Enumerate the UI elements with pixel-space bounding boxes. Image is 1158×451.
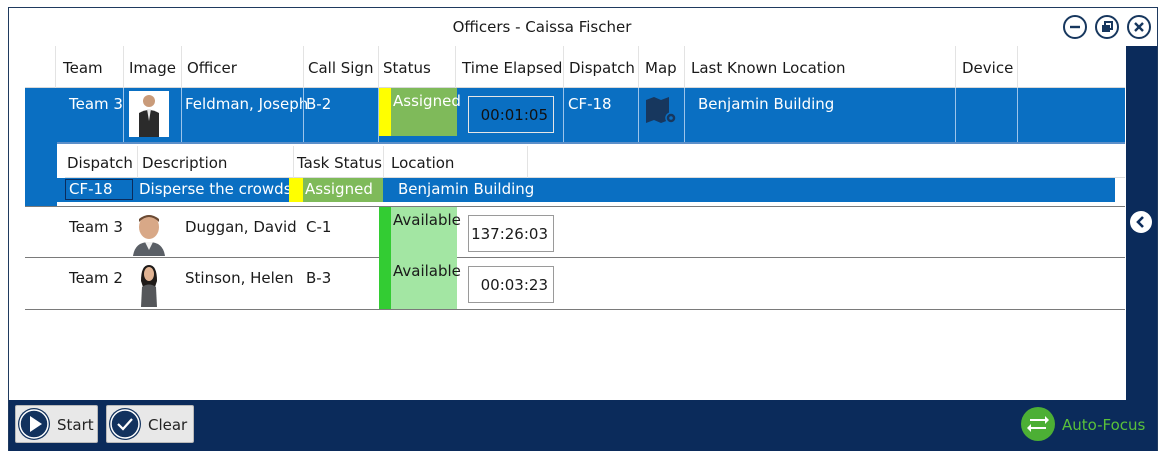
- col-image[interactable]: Image: [129, 59, 176, 77]
- cell-call-sign: B-2: [306, 95, 332, 113]
- officer-photo: [129, 210, 169, 256]
- cell-status: Available: [391, 258, 461, 309]
- col-team[interactable]: Team: [63, 59, 103, 77]
- cell-officer: Stinson, Helen: [185, 269, 294, 287]
- chevron-left-icon: [1136, 216, 1144, 228]
- task-status-indicator: [289, 178, 303, 202]
- title-bar: Officers - Caissa Fischer: [9, 8, 1157, 46]
- col-device[interactable]: Device: [962, 59, 1013, 77]
- bottom-toolbar: Start Clear Auto-Focus: [9, 400, 1157, 451]
- col-dispatch[interactable]: Dispatch: [569, 59, 635, 77]
- table-row[interactable]: Team 3 Duggan, David C-1 Available 137:2…: [25, 206, 1125, 258]
- officers-grid: Team Image Officer Call Sign Status Time…: [14, 46, 1126, 400]
- close-icon: [1134, 22, 1144, 32]
- detail-row[interactable]: CF-18 Disperse the crowds. Assigned Benj…: [57, 178, 1115, 202]
- grid-header: Team Image Officer Call Sign Status Time…: [25, 46, 1125, 88]
- cell-call-sign: C-1: [306, 218, 332, 236]
- status-indicator: [379, 258, 391, 309]
- minimize-button[interactable]: [1063, 15, 1087, 39]
- cell-team: Team 2: [69, 269, 123, 287]
- status-indicator: [379, 88, 391, 136]
- checkmark-icon: [109, 408, 141, 440]
- expand-side-panel-button[interactable]: [1130, 211, 1152, 233]
- cell-status: Assigned: [391, 88, 461, 136]
- cell-time-elapsed: 00:03:23: [468, 266, 554, 303]
- detail-col-dispatch[interactable]: Dispatch: [67, 154, 133, 172]
- minus-icon: [1070, 25, 1080, 29]
- restore-button[interactable]: [1095, 15, 1119, 39]
- detail-cell-dispatch: CF-18: [65, 179, 133, 200]
- detail-col-task-status[interactable]: Task Status: [297, 154, 382, 172]
- cell-officer: Feldman, Joseph: [185, 95, 309, 113]
- cell-status: Available: [391, 207, 461, 258]
- col-call-sign[interactable]: Call Sign: [308, 59, 374, 77]
- auto-focus-label: Auto-Focus: [1062, 416, 1146, 434]
- cell-team: Team 3: [69, 218, 123, 236]
- cell-dispatch: CF-18: [568, 95, 612, 113]
- detail-col-location[interactable]: Location: [391, 154, 454, 172]
- detail-col-description[interactable]: Description: [142, 154, 227, 172]
- detail-cell-location: Benjamin Building: [398, 180, 535, 198]
- cell-officer: Duggan, David: [185, 218, 297, 236]
- col-officer[interactable]: Officer: [187, 59, 237, 77]
- officer-photo: [129, 91, 169, 137]
- cell-time-elapsed: 137:26:03: [468, 215, 554, 252]
- cell-last-known-location: Benjamin Building: [698, 95, 835, 113]
- clear-label: Clear: [148, 416, 188, 434]
- restore-icon: [1102, 21, 1113, 32]
- swap-arrows-icon: [1021, 407, 1055, 441]
- status-indicator: [379, 207, 391, 258]
- officer-photo: [129, 261, 169, 307]
- cell-team: Team 3: [69, 95, 123, 113]
- detail-cell-description: Disperse the crowds.: [139, 180, 297, 198]
- close-button[interactable]: [1127, 15, 1151, 39]
- side-panel-bar: [1126, 46, 1157, 400]
- start-button[interactable]: Start: [15, 405, 98, 443]
- officers-window: Officers - Caissa Fischer Team Image Off…: [8, 7, 1158, 451]
- window-title: Officers - Caissa Fischer: [452, 18, 632, 36]
- cell-call-sign: B-3: [306, 269, 332, 287]
- start-label: Start: [57, 416, 94, 434]
- detail-header: Dispatch Description Task Status Locatio…: [65, 146, 1125, 178]
- cell-time-elapsed: 00:01:05: [468, 96, 554, 133]
- play-icon: [18, 408, 50, 440]
- col-last-known-location[interactable]: Last Known Location: [691, 59, 846, 77]
- col-time-elapsed[interactable]: Time Elapsed: [462, 59, 562, 77]
- clear-button[interactable]: Clear: [106, 405, 194, 443]
- map-icon[interactable]: [644, 94, 677, 132]
- dispatch-detail-panel: Dispatch Description Task Status Locatio…: [25, 142, 1125, 206]
- auto-focus-toggle[interactable]: Auto-Focus: [1021, 405, 1151, 443]
- table-row[interactable]: Team 2 Stinson, Helen B-3 Available 00:0…: [25, 258, 1125, 310]
- detail-cell-task-status: Assigned: [303, 178, 383, 202]
- table-row-selected[interactable]: Team 3 Feldman, Joseph B-2 Assigned 00:0…: [25, 88, 1125, 142]
- col-status[interactable]: Status: [383, 59, 431, 77]
- col-map[interactable]: Map: [645, 59, 677, 77]
